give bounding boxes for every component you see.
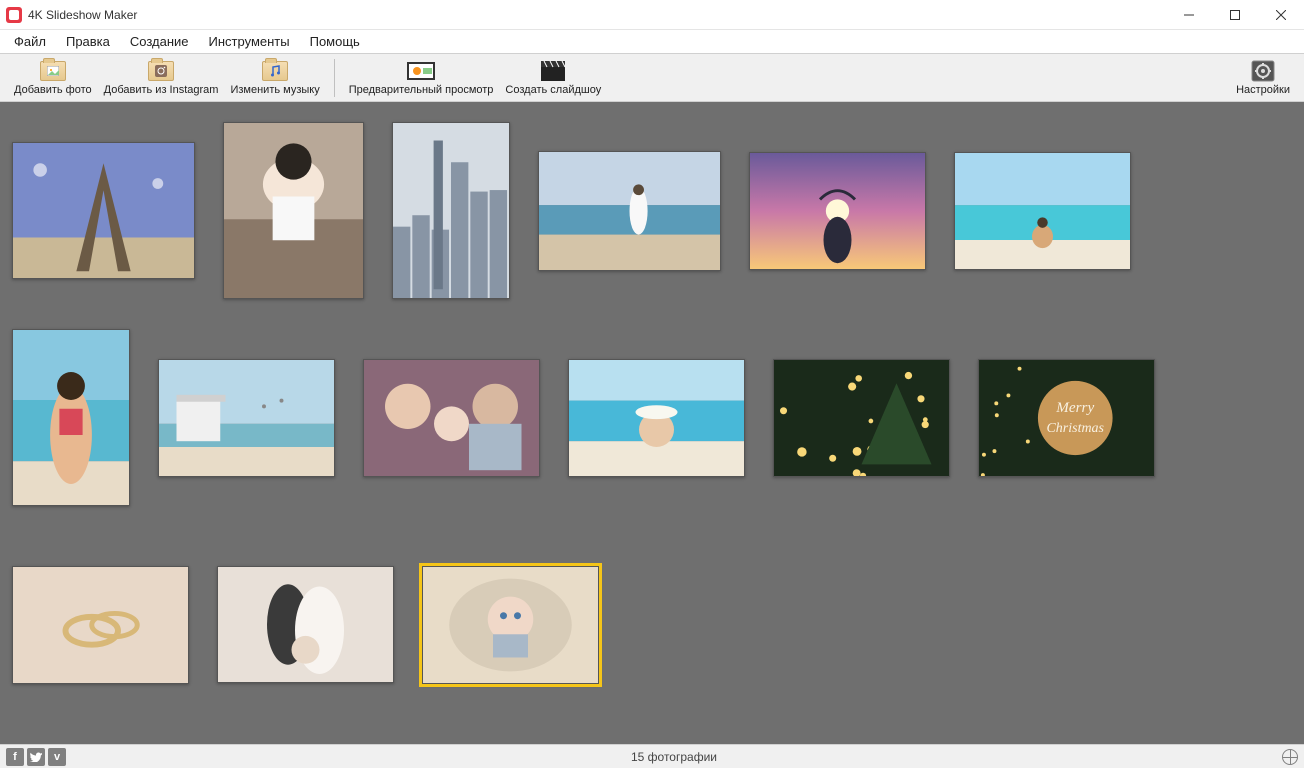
status-count: 15 фотографии [66,750,1282,764]
thumbnail-wedding-couple[interactable] [217,566,394,683]
app-logo-icon [6,7,22,23]
thumbnail-girl-balcony[interactable] [223,122,364,299]
globe-icon[interactable] [1282,749,1298,765]
thumbnail-christmas-tree-dark[interactable] [773,359,950,477]
thumbnail-sunset-heart-hands[interactable] [749,152,926,270]
thumb-row [12,118,1292,303]
toolbar: Добавить фото Добавить из Instagram Изме… [0,54,1304,102]
minimize-button[interactable] [1166,0,1212,30]
preview-button[interactable]: Предварительный просмотр [343,55,500,101]
folder-photo-icon [39,60,67,82]
change-music-button[interactable]: Изменить музыку [224,55,325,101]
svg-text:Merry: Merry [1055,400,1094,416]
menubar: Файл Правка Создание Инструменты Помощь [0,30,1304,54]
add-instagram-button[interactable]: Добавить из Instagram [98,55,225,101]
add-instagram-label: Добавить из Instagram [104,84,219,96]
thumbnail-family-baby-kiss[interactable] [363,359,540,477]
workspace[interactable]: Merry Christmas [0,102,1304,744]
thumbnail-lifeguard-tower[interactable] [158,359,335,477]
vimeo-icon[interactable]: v [48,748,66,766]
thumbnail-wedding-rings[interactable] [12,566,189,684]
menu-edit[interactable]: Правка [56,31,120,52]
thumbnail-merry-christmas-ornament[interactable]: Merry Christmas [978,359,1155,477]
menu-help[interactable]: Помощь [300,31,370,52]
add-photo-label: Добавить фото [14,84,92,96]
thumbnail-woman-swimsuit-beach[interactable] [12,329,130,506]
preview-label: Предварительный просмотр [349,84,494,96]
settings-button[interactable]: Настройки [1230,55,1296,101]
folder-instagram-icon [147,60,175,82]
clapperboard-icon [539,60,567,82]
thumbnail-beach-hat-back[interactable] [568,359,745,477]
maximize-button[interactable] [1212,0,1258,30]
folder-music-icon [261,60,289,82]
statusbar: f v 15 фотографии [0,744,1304,768]
svg-text:Christmas: Christmas [1046,420,1104,435]
titlebar: 4K Slideshow Maker [0,0,1304,30]
thumb-row: Merry Christmas [12,325,1292,510]
create-slideshow-button[interactable]: Создать слайдшоу [499,55,607,101]
add-photo-button[interactable]: Добавить фото [8,55,98,101]
menu-file[interactable]: Файл [4,31,56,52]
menu-create[interactable]: Создание [120,31,199,52]
twitter-icon[interactable] [27,748,45,766]
thumbnail-skyscrapers[interactable] [392,122,510,299]
thumbnail-eiffel-tower[interactable] [12,142,195,279]
settings-label: Настройки [1236,84,1290,96]
thumbnail-baby-blanket[interactable] [422,566,599,684]
preview-icon [407,60,435,82]
toolbar-separator [334,59,335,97]
thumbnail-woman-beach-walking[interactable] [538,151,721,271]
thumbnail-beach-sitting[interactable] [954,152,1131,270]
change-music-label: Изменить музыку [230,84,319,96]
facebook-icon[interactable]: f [6,748,24,766]
thumb-row [12,532,1292,717]
window-title: 4K Slideshow Maker [28,8,137,22]
settings-gear-icon [1249,60,1277,82]
menu-tools[interactable]: Инструменты [199,31,300,52]
create-slideshow-label: Создать слайдшоу [505,84,601,96]
close-button[interactable] [1258,0,1304,30]
